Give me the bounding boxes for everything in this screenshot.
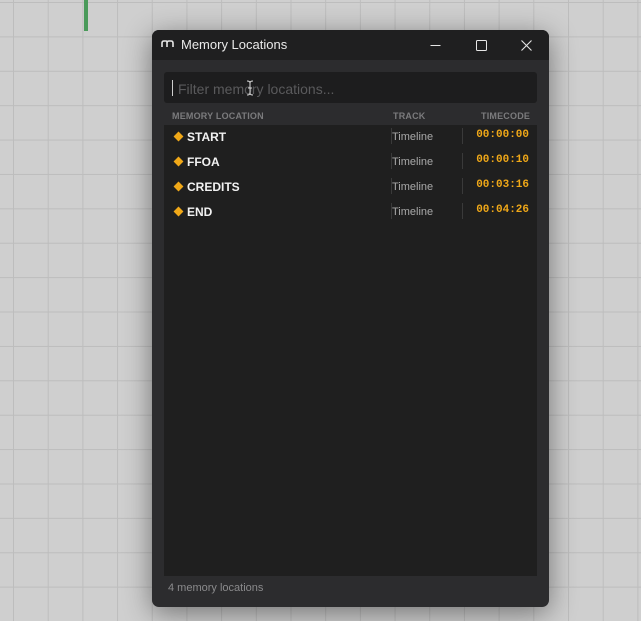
- column-headers: MEMORY LOCATION TRACK TIMECODE: [164, 108, 537, 124]
- list-item[interactable]: START Timeline 00:00:00: [164, 125, 537, 150]
- titlebar[interactable]: Memory Locations: [152, 30, 549, 60]
- marker-diamond-icon: [173, 181, 184, 192]
- marker-diamond-icon: [173, 131, 184, 142]
- maximize-button[interactable]: [458, 30, 504, 60]
- location-timecode: 00:00:00: [476, 129, 529, 141]
- column-divider: [462, 128, 463, 144]
- location-name: CREDITS: [187, 180, 240, 194]
- location-name: START: [187, 130, 227, 144]
- location-track: Timeline: [392, 131, 434, 143]
- list-item[interactable]: END Timeline 00:04:26: [164, 200, 537, 225]
- maximize-icon: [475, 39, 487, 51]
- column-header-location[interactable]: MEMORY LOCATION: [172, 111, 264, 121]
- column-divider: [462, 178, 463, 194]
- location-timecode: 00:04:26: [476, 204, 529, 216]
- minimize-button[interactable]: [412, 30, 458, 60]
- minimize-icon: [430, 44, 440, 46]
- filter-input[interactable]: [176, 72, 530, 105]
- location-timecode: 00:00:10: [476, 154, 529, 166]
- location-track: Timeline: [392, 156, 434, 168]
- ibeam-cursor-icon: [246, 80, 254, 96]
- marker-diamond-icon: [173, 156, 184, 167]
- close-icon: [520, 39, 532, 51]
- marker-diamond-icon: [173, 206, 184, 217]
- location-track: Timeline: [392, 181, 434, 193]
- text-caret: [172, 80, 173, 96]
- app-logo-icon: [161, 40, 174, 47]
- location-name: FFOA: [187, 155, 220, 169]
- location-track: Timeline: [392, 206, 434, 218]
- column-header-timecode[interactable]: TIMECODE: [481, 111, 530, 121]
- memory-locations-window: Memory Locations MEMORY LOCATION TRACK T…: [152, 30, 549, 607]
- memory-location-list: START Timeline 00:00:00 FFOA Timeline 00…: [164, 125, 537, 576]
- location-count-status: 4 memory locations: [168, 582, 264, 594]
- filter-box[interactable]: [164, 72, 537, 105]
- list-item[interactable]: FFOA Timeline 00:00:10: [164, 150, 537, 175]
- location-timecode: 00:03:16: [476, 179, 529, 191]
- column-header-track[interactable]: TRACK: [393, 111, 426, 121]
- window-title: Memory Locations: [181, 37, 288, 52]
- column-divider: [462, 153, 463, 169]
- close-button[interactable]: [503, 30, 549, 60]
- list-item[interactable]: CREDITS Timeline 00:03:16: [164, 175, 537, 200]
- location-name: END: [187, 205, 213, 219]
- column-divider: [462, 203, 463, 219]
- track-marker: [84, 0, 88, 31]
